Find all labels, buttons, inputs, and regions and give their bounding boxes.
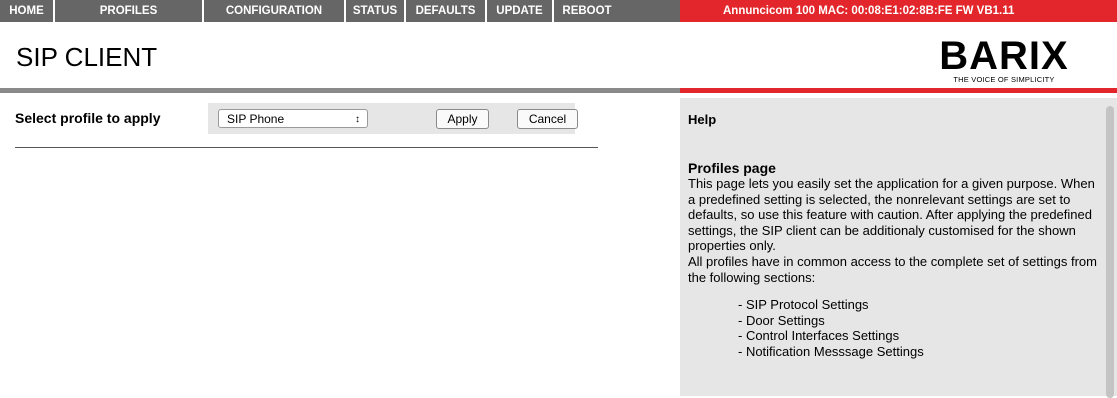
nav-update[interactable]: UPDATE — [487, 0, 554, 22]
select-arrows-icon: ↕ — [355, 114, 360, 125]
apply-button[interactable]: Apply — [436, 109, 489, 129]
help-list-item: - Door Settings — [738, 312, 825, 328]
help-subtitle: Profiles page — [688, 160, 776, 176]
help-section-list: - SIP Protocol Settings - Door Settings … — [738, 297, 1098, 359]
form-divider — [15, 147, 598, 148]
profile-select[interactable]: SIP Phone ↕ — [218, 109, 368, 128]
help-scrollbar[interactable] — [1106, 106, 1114, 398]
main-nav: HOME PROFILES CONFIGURATION STATUS DEFAU… — [0, 0, 620, 22]
help-list-item: - Control Interfaces Settings — [738, 328, 900, 344]
top-nav-bar: HOME PROFILES CONFIGURATION STATUS DEFAU… — [0, 0, 1117, 22]
header-divider-red — [680, 88, 1117, 93]
nav-reboot[interactable]: REBOOT — [554, 0, 620, 22]
logo-wordmark: BARIX — [939, 34, 1069, 78]
nav-defaults[interactable]: DEFAULTS — [406, 0, 487, 22]
nav-status[interactable]: STATUS — [346, 0, 406, 22]
nav-configuration[interactable]: CONFIGURATION — [204, 0, 346, 22]
device-info-bar: Annuncicom 100 MAC: 00:08:E1:02:8B:FE FW… — [680, 0, 1117, 22]
help-list-item: - Notification Messsage Settings — [738, 343, 924, 359]
device-info-text: Annuncicom 100 MAC: 00:08:E1:02:8B:FE FW… — [723, 5, 1015, 17]
logo-tagline: THE VOICE OF SIMPLICITY — [953, 75, 1055, 84]
header-divider-gray — [0, 88, 680, 93]
help-paragraph-1: This page lets you easily set the applic… — [688, 176, 1095, 254]
help-list-item: - SIP Protocol Settings — [738, 297, 869, 313]
help-title: Help — [688, 112, 717, 127]
profile-select-label: Select profile to apply — [15, 110, 161, 126]
cancel-button[interactable]: Cancel — [517, 109, 578, 129]
help-body: Profiles page This page lets you easily … — [688, 160, 1098, 360]
barix-logo: BARIX THE VOICE OF SIMPLICITY — [904, 36, 1104, 90]
nav-home[interactable]: HOME — [0, 0, 55, 22]
page-title: SIP CLIENT — [16, 42, 158, 72]
help-paragraph-2: All profiles have in common access to th… — [688, 253, 1097, 285]
help-panel: Help Profiles page This page lets you ea… — [680, 98, 1117, 398]
profile-select-value: SIP Phone — [227, 112, 285, 126]
nav-profiles[interactable]: PROFILES — [55, 0, 204, 22]
